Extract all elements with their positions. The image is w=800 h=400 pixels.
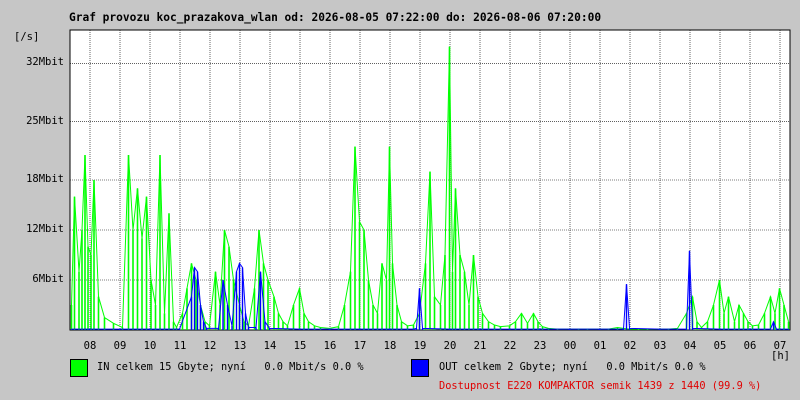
x-tick-label: 17 (353, 340, 367, 352)
y-tick-label: 12Mbit (26, 223, 64, 235)
x-tick-label: 06 (743, 340, 757, 352)
legend-in-text: IN celkem 15 Gbyte; nyní 0.0 Mbit/s 0.0 … (97, 361, 364, 373)
availability-text: Dostupnost E220 KOMPAKTOR semik 1439 z 1… (439, 380, 762, 392)
x-tick-label: 15 (293, 340, 307, 352)
y-tick-label: 18Mbit (26, 173, 64, 185)
x-tick-label: 09 (113, 340, 127, 352)
legend-in-swatch (70, 359, 88, 377)
legend-out-text: OUT celkem 2 Gbyte; nyní 0.0 Mbit/s 0.0 … (439, 361, 706, 373)
x-tick-label: 11 (173, 340, 187, 352)
x-tick-label: 18 (383, 340, 397, 352)
x-tick-label: 03 (653, 340, 667, 352)
x-tick-label: 21 (473, 340, 487, 352)
x-tick-label: 20 (443, 340, 457, 352)
x-tick-label: 10 (143, 340, 157, 352)
x-tick-label: 01 (593, 340, 607, 352)
x-tick-label: 00 (563, 340, 577, 352)
x-tick-label: 14 (263, 340, 277, 352)
x-axis-unit: [h] (771, 350, 790, 362)
x-tick-label: 02 (623, 340, 637, 352)
y-tick-label: 6Mbit (32, 273, 64, 285)
x-tick-label: 12 (203, 340, 217, 352)
x-tick-label: 23 (533, 340, 547, 352)
x-tick-label: 04 (683, 340, 697, 352)
x-tick-label: 13 (233, 340, 247, 352)
y-tick-label: 25Mbit (26, 114, 64, 127)
x-tick-label: 08 (83, 340, 97, 352)
y-tick-label: 32Mbit (26, 56, 64, 69)
x-tick-label: 22 (503, 340, 517, 352)
x-tick-label: 16 (323, 340, 337, 352)
legend-out-swatch (411, 359, 429, 377)
x-tick-label: 05 (713, 340, 727, 352)
x-tick-label: 19 (413, 340, 427, 352)
